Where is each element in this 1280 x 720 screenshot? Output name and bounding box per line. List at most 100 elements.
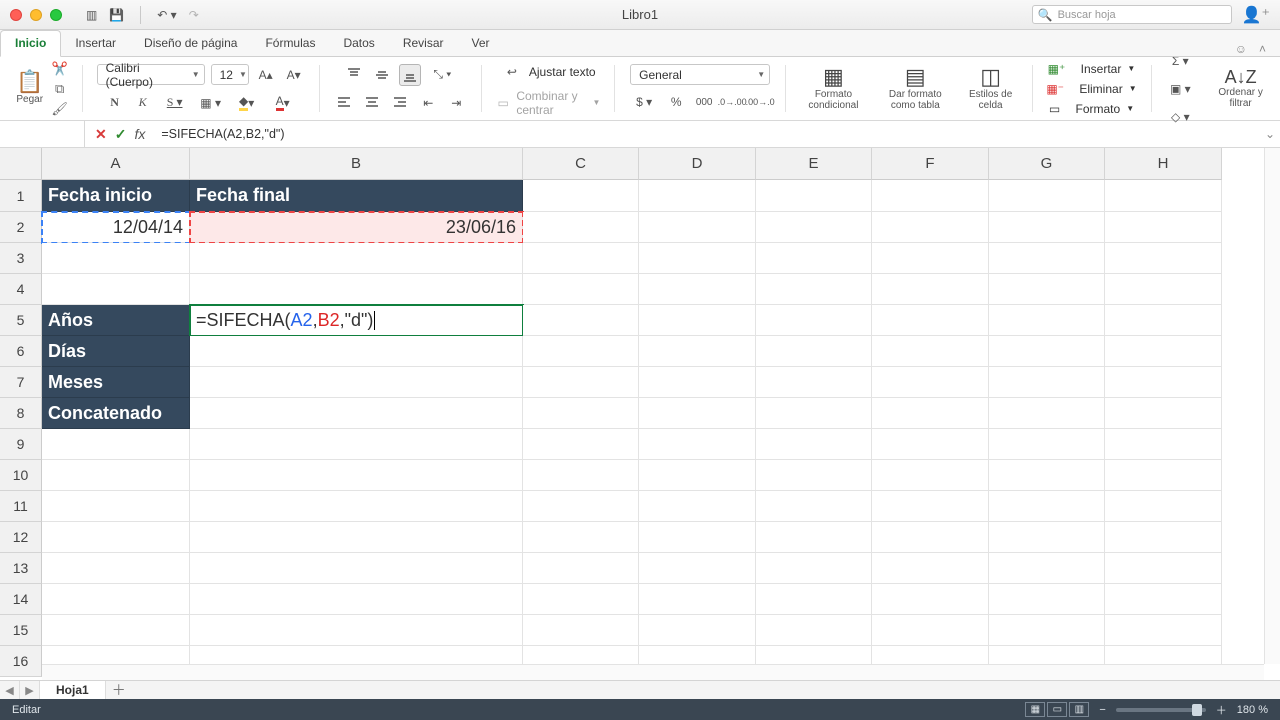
cell-A7[interactable]: Meses xyxy=(42,367,190,398)
wrap-text-button[interactable]: Ajustar texto xyxy=(529,65,596,79)
cell-E4[interactable] xyxy=(756,274,872,305)
fill-button[interactable]: ▣ ▾ xyxy=(1165,78,1195,100)
cell-B2[interactable]: 23/06/16 xyxy=(190,212,523,243)
cell-B13[interactable] xyxy=(190,553,523,584)
align-middle-button[interactable] xyxy=(371,64,393,86)
cell-H1[interactable] xyxy=(1105,180,1222,212)
row-header-8[interactable]: 8 xyxy=(0,398,42,429)
cell-H12[interactable] xyxy=(1105,522,1222,553)
cell-E11[interactable] xyxy=(756,491,872,522)
cell-F10[interactable] xyxy=(872,460,989,491)
cell-C14[interactable] xyxy=(523,584,639,615)
cell-F4[interactable] xyxy=(872,274,989,305)
cell-A13[interactable] xyxy=(42,553,190,584)
cell-G8[interactable] xyxy=(989,398,1105,429)
cell-C9[interactable] xyxy=(523,429,639,460)
cell-F3[interactable] xyxy=(872,243,989,274)
cell-H3[interactable] xyxy=(1105,243,1222,274)
row-header-7[interactable]: 7 xyxy=(0,367,42,398)
cell-F9[interactable] xyxy=(872,429,989,460)
delete-cells-button[interactable]: ▦⁻ Eliminar ▼ xyxy=(1046,82,1136,96)
cell-D9[interactable] xyxy=(639,429,756,460)
cell-B10[interactable] xyxy=(190,460,523,491)
cell-H6[interactable] xyxy=(1105,336,1222,367)
align-top-button[interactable] xyxy=(343,64,365,86)
cell-D6[interactable] xyxy=(639,336,756,367)
cell-C6[interactable] xyxy=(523,336,639,367)
cell-G13[interactable] xyxy=(989,553,1105,584)
col-header-H[interactable]: H xyxy=(1105,148,1222,180)
increase-decimal-button[interactable]: .0→.00 xyxy=(721,91,743,113)
qat-window-icon[interactable]: ▥ xyxy=(86,8,97,22)
conditional-format-button[interactable]: ▦Formato condicional xyxy=(800,66,867,111)
align-bottom-button[interactable] xyxy=(399,64,421,86)
cell-F11[interactable] xyxy=(872,491,989,522)
cell-G5[interactable] xyxy=(989,305,1105,336)
cell-H9[interactable] xyxy=(1105,429,1222,460)
cell-F5[interactable] xyxy=(872,305,989,336)
cell-A1[interactable]: Fecha inicio xyxy=(42,180,190,212)
cell-F7[interactable] xyxy=(872,367,989,398)
share-icon[interactable]: 👤⁺ xyxy=(1242,5,1270,25)
tab-ver[interactable]: Ver xyxy=(458,31,504,56)
cell-G3[interactable] xyxy=(989,243,1105,274)
cell-B15[interactable] xyxy=(190,615,523,646)
zoom-level[interactable]: 180 % xyxy=(1237,704,1268,716)
cell-H11[interactable] xyxy=(1105,491,1222,522)
cell-E12[interactable] xyxy=(756,522,872,553)
col-header-B[interactable]: B xyxy=(190,148,523,180)
cell-A10[interactable] xyxy=(42,460,190,491)
cell-C3[interactable] xyxy=(523,243,639,274)
cell-H15[interactable] xyxy=(1105,615,1222,646)
cell-A14[interactable] xyxy=(42,584,190,615)
row-header-10[interactable]: 10 xyxy=(0,460,42,491)
row-header-5[interactable]: 5 xyxy=(0,305,42,336)
cell-G12[interactable] xyxy=(989,522,1105,553)
cell-A11[interactable] xyxy=(42,491,190,522)
currency-button[interactable]: $ ▾ xyxy=(629,91,659,113)
col-header-D[interactable]: D xyxy=(639,148,756,180)
tab-datos[interactable]: Datos xyxy=(329,31,388,56)
cell-C10[interactable] xyxy=(523,460,639,491)
redo-icon[interactable]: ↷ xyxy=(189,8,199,22)
cell-B14[interactable] xyxy=(190,584,523,615)
align-center-button[interactable] xyxy=(361,92,383,114)
search-input[interactable]: 🔍 Buscar hoja xyxy=(1032,5,1232,24)
cell-G9[interactable] xyxy=(989,429,1105,460)
cell-F14[interactable] xyxy=(872,584,989,615)
cell-D10[interactable] xyxy=(639,460,756,491)
fill-color-button[interactable]: ◆ ▾ xyxy=(232,92,262,114)
fx-icon[interactable]: fx xyxy=(134,126,145,142)
cell-B12[interactable] xyxy=(190,522,523,553)
cell-D13[interactable] xyxy=(639,553,756,584)
zoom-slider[interactable] xyxy=(1116,708,1206,712)
insert-cells-button[interactable]: ▦⁺ Insertar ▼ xyxy=(1048,62,1136,76)
decrease-indent-button[interactable]: ⇤ xyxy=(417,92,439,114)
cell-E14[interactable] xyxy=(756,584,872,615)
row-header-12[interactable]: 12 xyxy=(0,522,42,553)
cell-H8[interactable] xyxy=(1105,398,1222,429)
col-header-G[interactable]: G xyxy=(989,148,1105,180)
collapse-ribbon-icon[interactable]: ˄ xyxy=(1259,42,1266,56)
copy-icon[interactable]: ⧉ xyxy=(55,81,64,97)
cancel-icon[interactable]: ✕ xyxy=(95,126,107,143)
decrease-decimal-button[interactable]: .00→.0 xyxy=(749,91,771,113)
cell-styles-button[interactable]: ◫Estilos de celda xyxy=(964,66,1018,111)
cell-A3[interactable] xyxy=(42,243,190,274)
cell-G1[interactable] xyxy=(989,180,1105,212)
cell-E6[interactable] xyxy=(756,336,872,367)
cell-G4[interactable] xyxy=(989,274,1105,305)
cell-C15[interactable] xyxy=(523,615,639,646)
cell-E9[interactable] xyxy=(756,429,872,460)
sheet-tab[interactable]: Hoja1 xyxy=(40,681,106,699)
prev-sheet-button[interactable]: ◀ xyxy=(0,681,20,699)
cell-F15[interactable] xyxy=(872,615,989,646)
name-box[interactable] xyxy=(0,121,85,147)
cell-B4[interactable] xyxy=(190,274,523,305)
cell-G7[interactable] xyxy=(989,367,1105,398)
cell-D5[interactable] xyxy=(639,305,756,336)
align-left-button[interactable] xyxy=(333,92,355,114)
cell-G14[interactable] xyxy=(989,584,1105,615)
row-header-2[interactable]: 2 xyxy=(0,212,42,243)
cell-D11[interactable] xyxy=(639,491,756,522)
